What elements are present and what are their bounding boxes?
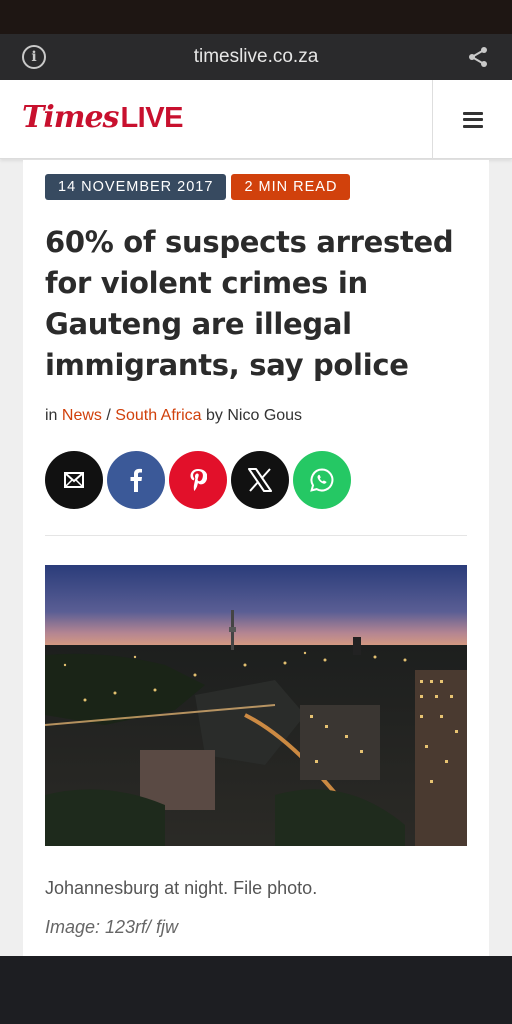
email-share-button[interactable] [45, 451, 103, 509]
pinterest-share-button[interactable] [169, 451, 227, 509]
article-headline: 60% of suspects arrested for violent cri… [45, 225, 454, 382]
pinterest-icon [190, 469, 207, 491]
x-icon [248, 468, 272, 492]
system-navigation-bar [0, 956, 512, 1024]
article-meta-badges: 14 NOVEMBER 2017 2 MIN READ [45, 174, 351, 200]
category-link-south-africa[interactable]: South Africa [115, 407, 201, 424]
date-badge: 14 NOVEMBER 2017 [45, 174, 227, 200]
facebook-share-button[interactable] [107, 451, 165, 509]
logo-times: Times [22, 100, 119, 135]
whatsapp-icon [310, 468, 334, 492]
site-header: Times LIVE [0, 80, 512, 159]
article-card: 14 NOVEMBER 2017 2 MIN READ 60% of suspe… [23, 160, 489, 956]
article-photo [45, 565, 467, 846]
byline-in: in [45, 407, 58, 424]
section-divider [45, 535, 467, 536]
photo-caption: Johannesburg at night. File photo. [45, 878, 318, 898]
browser-url-bar[interactable]: i timeslive.co.za [0, 34, 512, 80]
email-icon [64, 472, 84, 488]
hamburger-menu-icon [462, 111, 483, 128]
status-bar [0, 0, 512, 34]
category-separator: / [106, 407, 111, 424]
author: by Nico Gous [206, 407, 303, 424]
logo-live: LIVE [120, 102, 183, 134]
byline: in News / South Africa by Nico Gous [45, 407, 302, 425]
menu-button[interactable] [433, 80, 512, 159]
url-text[interactable]: timeslive.co.za [0, 46, 512, 68]
photo-credit: Image: 123rf/ fjw [45, 917, 179, 937]
timeslive-logo[interactable]: Times LIVE [22, 100, 183, 140]
share-buttons [45, 451, 351, 509]
read-time-badge: 2 MIN READ [231, 174, 351, 200]
category-link-news[interactable]: News [62, 407, 102, 424]
share-icon[interactable] [466, 45, 490, 69]
x-share-button[interactable] [231, 451, 289, 509]
whatsapp-share-button[interactable] [293, 451, 351, 509]
facebook-icon [130, 468, 142, 492]
